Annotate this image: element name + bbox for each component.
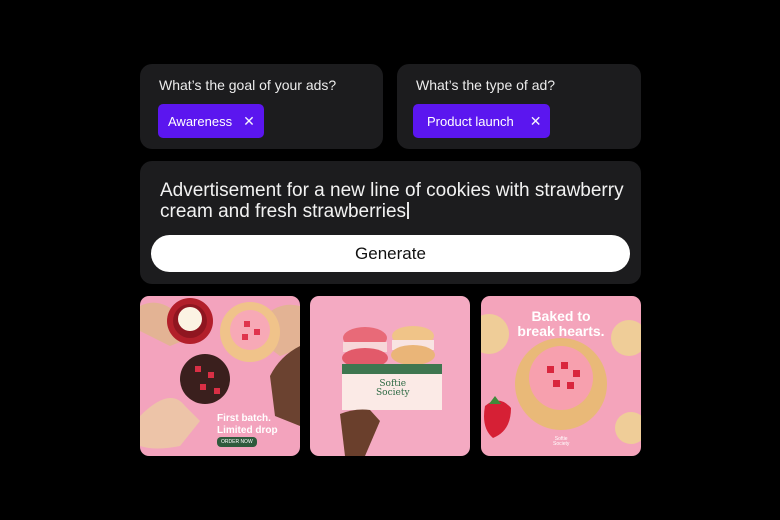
result-image-2[interactable]: Softie Society [310, 296, 470, 456]
result-image-1[interactable]: First batch. Limited drop ORDER NOW [140, 296, 300, 456]
remove-chip-icon[interactable]: ✕ [243, 114, 255, 128]
type-chip-label: Product launch [427, 113, 514, 129]
box-brand: Softie Society [376, 380, 410, 398]
tile1-headline-line2: Limited drop [217, 425, 278, 436]
tile3-headline-line1: Baked to [531, 308, 591, 324]
remove-chip-icon[interactable]: ✕ [530, 114, 542, 128]
tile1-headline: First batch. Limited drop [217, 413, 278, 437]
generate-button[interactable]: Generate [151, 235, 630, 272]
ad-goal-card: What’s the goal of your ads? Awareness ✕ [140, 64, 383, 149]
box-brand-line2: Society [376, 388, 410, 398]
goal-chip-label: Awareness [168, 113, 233, 129]
text-caret [407, 202, 409, 219]
order-now-badge: ORDER NOW [217, 437, 257, 447]
prompt-input[interactable]: Advertisement for a new line of cookies … [160, 180, 630, 222]
ad-type-card: What’s the type of ad? Product launch ✕ [397, 64, 641, 149]
tile3-brand: Softie Society [553, 437, 569, 447]
result-image-3[interactable]: Baked to break hearts. Softie Society [481, 296, 641, 456]
cookie-box-illustration [310, 296, 470, 456]
ad-goal-question: What’s the goal of your ads? [159, 77, 337, 93]
goal-chip-awareness[interactable]: Awareness ✕ [158, 104, 264, 138]
type-chip-product-launch[interactable]: Product launch ✕ [413, 104, 551, 138]
tile3-brand-line2: Society [553, 441, 570, 447]
ad-type-question: What’s the type of ad? [416, 77, 556, 93]
prompt-card: Advertisement for a new line of cookies … [140, 161, 641, 284]
tile3-headline-line2: break hearts. [517, 323, 605, 339]
prompt-text: Advertisement for a new line of cookies … [160, 180, 624, 222]
tile3-headline: Baked to break hearts. [481, 309, 641, 339]
tile1-headline-line1: First batch. [217, 413, 271, 424]
